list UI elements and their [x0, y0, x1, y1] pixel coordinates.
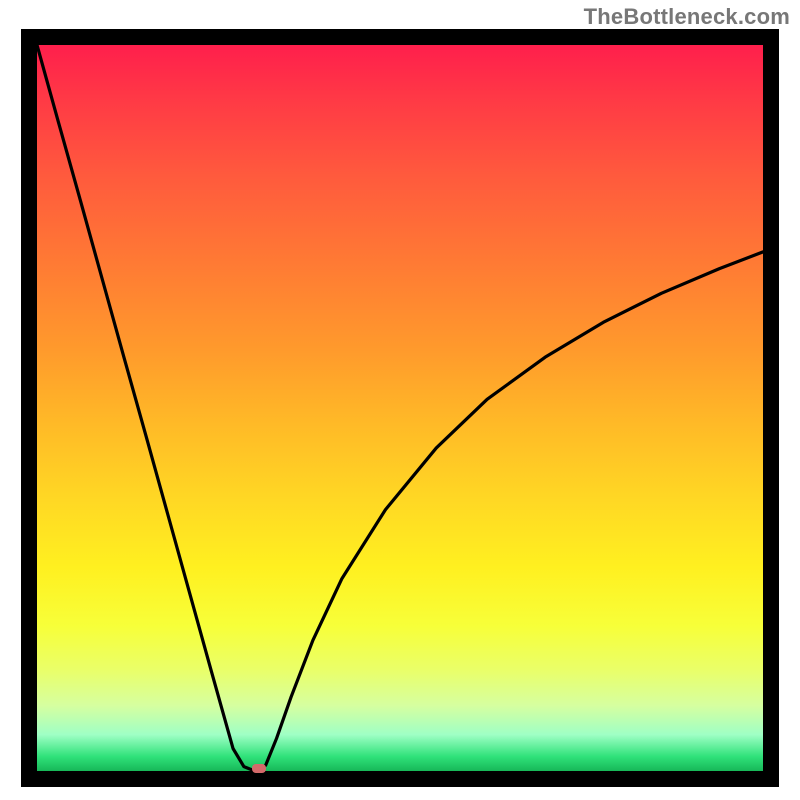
plot-background-gradient	[37, 45, 763, 771]
chart-stage: TheBottleneck.com	[0, 0, 800, 800]
watermark-label: TheBottleneck.com	[584, 4, 790, 30]
